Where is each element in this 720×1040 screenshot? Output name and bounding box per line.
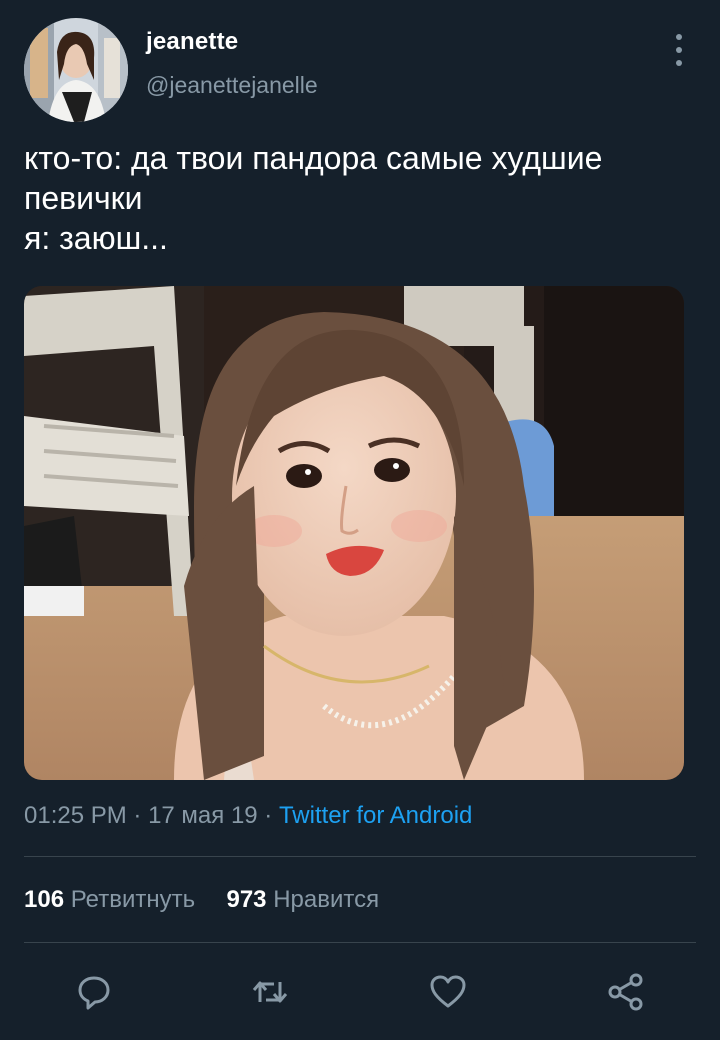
user-handle[interactable]: @jeanettejanelle (146, 72, 318, 99)
divider (24, 942, 696, 943)
share-button[interactable] (598, 964, 654, 1020)
heart-icon (430, 975, 466, 1008)
tweet-text-line: кто-то: да твои пандора самые худшие (24, 140, 603, 176)
tweet-text-line: певички (24, 180, 143, 216)
more-vertical-icon[interactable] (670, 34, 690, 70)
retweets-count: 106 (24, 886, 65, 913)
retweets-stat[interactable]: 106 Ретвитнуть (24, 886, 202, 913)
likes-label: Нравится (273, 886, 380, 913)
share-icon (608, 973, 643, 1011)
meta-separator: · (257, 802, 279, 829)
retweet-button[interactable] (242, 964, 298, 1020)
reply-icon (78, 976, 110, 1010)
tweet-date: 17 мая 19 (148, 802, 258, 829)
meta-separator: · (126, 802, 149, 829)
likes-count: 973 (226, 886, 267, 913)
tweet-meta: 01:25 PM · 17 мая 19 · Twitter for Andro… (24, 802, 472, 830)
tweet-source-link[interactable]: Twitter for Android (279, 802, 472, 829)
like-button[interactable] (420, 964, 476, 1020)
reply-button[interactable] (66, 964, 122, 1020)
retweet-icon (252, 981, 288, 1003)
tweet-actions (0, 964, 720, 1020)
tweet-text-line: я: заюш... (24, 220, 168, 256)
display-name[interactable]: jeanette (146, 28, 238, 56)
tweet-photo[interactable] (24, 286, 684, 780)
tweet-header: jeanette @jeanettejanelle (24, 18, 696, 122)
tweet-text: кто-то: да твои пандора самые худшие пев… (24, 138, 696, 258)
likes-stat[interactable]: 973 Нравится (226, 886, 379, 913)
tweet-time: 01:25 PM (24, 802, 127, 829)
tweet-stats: 106 Ретвитнуть 973 Нравится (24, 886, 379, 914)
avatar[interactable] (24, 18, 128, 122)
divider (24, 856, 696, 857)
retweets-label: Ретвитнуть (70, 886, 196, 913)
